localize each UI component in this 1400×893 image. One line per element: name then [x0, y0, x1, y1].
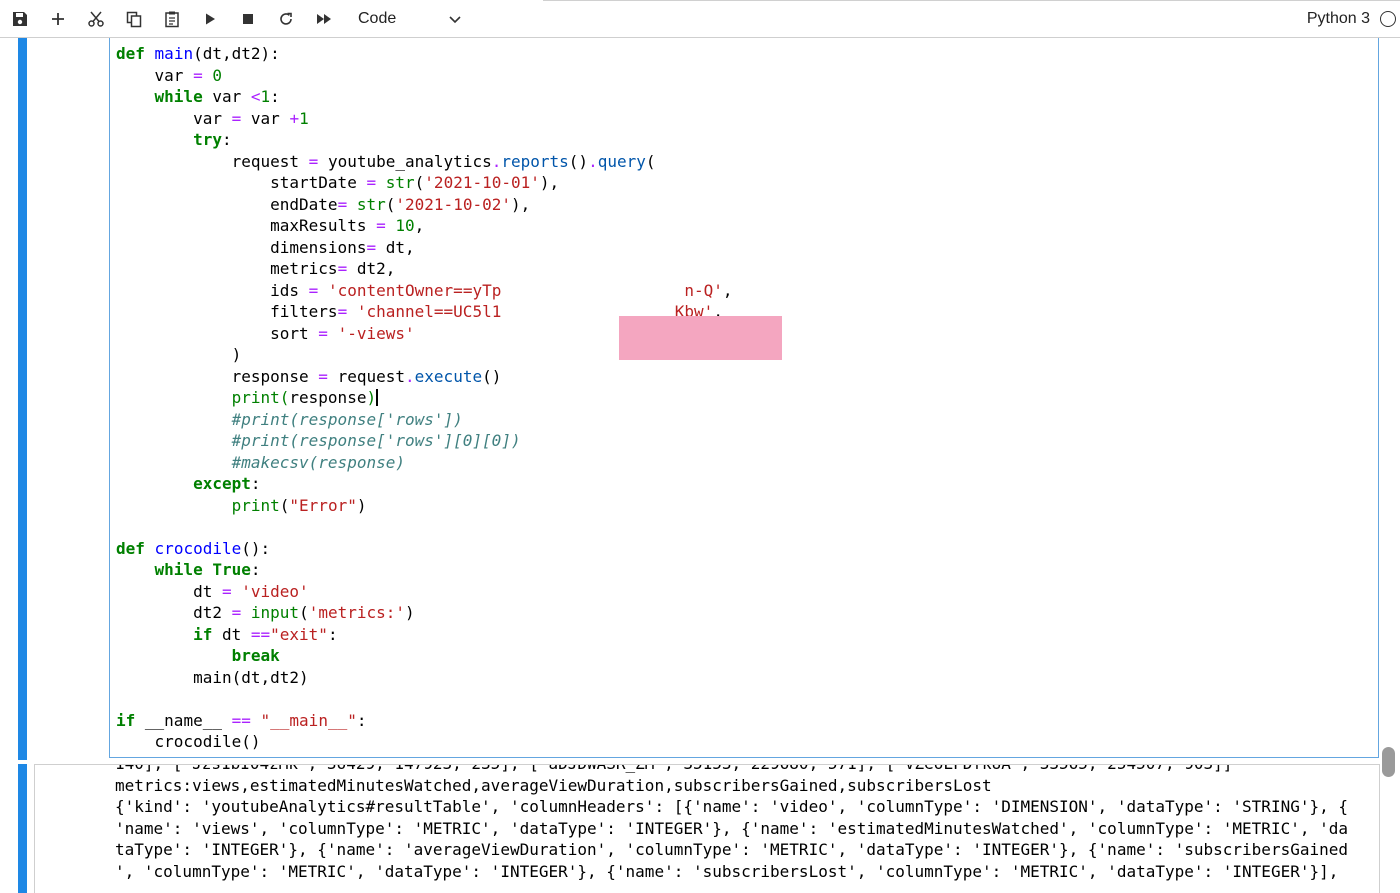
run-all-button[interactable]: [311, 6, 337, 32]
code-line: try:: [193, 130, 232, 149]
output-line: {'kind': 'youtubeAnalytics#resultTable',…: [115, 797, 1348, 816]
output-line: 140], ['Jzs1bI04zMk', 36429, 147923, 235…: [115, 765, 1348, 775]
output-line: taType': 'INTEGER'}, {'name': 'averageVi…: [115, 840, 1348, 859]
paste-icon: [165, 11, 179, 28]
stop-icon: [243, 14, 253, 24]
code-line: response = request.execute(): [231, 366, 502, 386]
kernel-status-idle-icon: [1380, 11, 1396, 27]
code-line: metrics= dt2,: [270, 259, 396, 278]
run-button[interactable]: [197, 6, 223, 32]
cell-type-dropdown[interactable]: Code: [350, 5, 468, 33]
code-line: #print(response['rows'][0][0]): [231, 431, 521, 450]
cut-icon: [88, 11, 104, 27]
code-line: dimensions= dt,: [270, 237, 415, 257]
toolbar-top-divider: [543, 0, 1400, 1]
code-line: request = youtube_analytics.reports().qu…: [231, 151, 656, 171]
code-line: def main(dt,dt2):: [116, 44, 280, 63]
code-content[interactable]: def main(dt,dt2): var = 0 while var <1: …: [116, 43, 733, 753]
code-line: if __name__ == "__main__":: [116, 710, 367, 730]
stop-button[interactable]: [235, 6, 261, 32]
save-button[interactable]: [7, 6, 33, 32]
code-cell[interactable]: def main(dt,dt2): var = 0 while var <1: …: [0, 38, 1384, 760]
code-line: var = var +1: [193, 108, 309, 128]
kernel-indicator[interactable]: Python 3: [1307, 0, 1400, 38]
fast-forward-icon: [317, 14, 331, 24]
cut-button[interactable]: [83, 6, 109, 32]
code-line: #print(response['rows']): [231, 409, 463, 429]
code-line: dt2 = input('metrics:'): [193, 603, 415, 622]
code-line: break: [231, 646, 280, 665]
restart-button[interactable]: [273, 6, 299, 32]
add-cell-icon: [52, 13, 64, 25]
copy-icon: [126, 11, 142, 28]
code-line: dt = 'video': [193, 581, 309, 601]
code-line: main(dt,dt2): [193, 667, 309, 687]
code-line: while var <1:: [154, 87, 280, 106]
code-line: except:: [193, 474, 261, 493]
cell-active-indicator: [18, 38, 27, 760]
copy-button[interactable]: [121, 6, 147, 32]
run-icon: [206, 13, 215, 25]
paste-button[interactable]: [159, 6, 185, 32]
output-text: 140], ['Jzs1bI04zMk', 36429, 147923, 235…: [115, 765, 1348, 882]
output-line: ', 'columnType': 'METRIC', 'dataType': '…: [115, 861, 1339, 881]
code-line: while True:: [154, 560, 261, 579]
add-cell-button[interactable]: [45, 6, 71, 32]
code-line: if dt =="exit":: [193, 624, 338, 644]
code-line: maxResults = 10,: [270, 216, 425, 235]
cell-type-value: Code: [358, 10, 397, 27]
output-cell-indicator: [18, 764, 27, 893]
redaction-overlay: [619, 316, 782, 360]
output-line: metrics:views,estimatedMinutesWatched,av…: [115, 775, 992, 795]
code-line: var = 0: [154, 65, 222, 85]
save-icon: [13, 12, 27, 26]
text-cursor: [376, 389, 378, 406]
chevron-down-icon: [449, 16, 461, 24]
code-line: startDate = str('2021-10-01'),: [270, 173, 560, 192]
code-line: print("Error"): [231, 495, 367, 515]
code-line: print(response): [231, 388, 378, 407]
output-area[interactable]: 140], ['Jzs1bI04zMk', 36429, 147923, 235…: [34, 764, 1380, 893]
code-line: crocodile(): [154, 732, 261, 751]
notebook-toolbar: Code Python 3: [0, 0, 1400, 38]
code-line: ids = 'contentOwner==yTp n-Q',: [270, 280, 733, 300]
output-cell: 140], ['Jzs1bI04zMk', 36429, 147923, 235…: [0, 764, 1384, 893]
code-line: def crocodile():: [116, 538, 271, 558]
code-editor[interactable]: def main(dt,dt2): var = 0 while var <1: …: [109, 38, 1379, 758]
restart-icon: [280, 12, 292, 25]
code-line: endDate= str('2021-10-02'),: [270, 194, 531, 214]
kernel-name: Python 3: [1306, 10, 1370, 27]
code-line: #makecsv(response): [231, 452, 405, 472]
output-line: 'name': 'views', 'columnType': 'METRIC',…: [115, 818, 1348, 838]
